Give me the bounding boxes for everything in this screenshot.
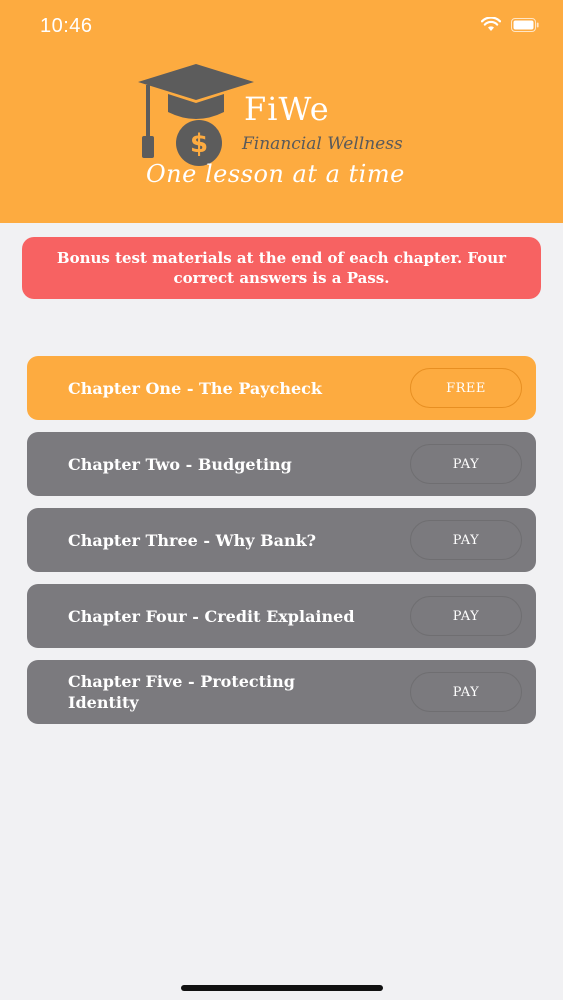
chapter-title: Chapter Four - Credit Explained [68,606,355,626]
chapter-title: Chapter Five - Protecting Identity [68,672,295,712]
logo-brand: FiWe [244,90,330,128]
info-banner: Bonus test materials at the end of each … [22,237,541,299]
chapter-item-three[interactable]: Chapter Three - Why Bank? PAY [27,508,536,572]
chapter-title: Chapter Three - Why Bank? [68,530,317,550]
chapter-title: Chapter One - The Paycheck [68,378,322,398]
header: 10:46 $ FiWe Financial Wellness One less… [0,0,563,223]
chapter-item-one[interactable]: Chapter One - The Paycheck FREE [27,356,536,420]
chapter-item-two[interactable]: Chapter Two - Budgeting PAY [27,432,536,496]
pay-button[interactable]: PAY [410,444,522,484]
chapter-list: Chapter One - The Paycheck FREE Chapter … [27,356,536,736]
pay-button[interactable]: PAY [410,672,522,712]
status-time: 10:46 [40,15,93,37]
home-indicator[interactable] [181,985,383,991]
chapter-item-five[interactable]: Chapter Five - Protecting Identity PAY [27,660,536,724]
pay-button[interactable]: PAY [410,596,522,636]
battery-icon [511,17,539,32]
wifi-icon [481,17,501,31]
free-button[interactable]: FREE [410,368,522,408]
chapter-item-four[interactable]: Chapter Four - Credit Explained PAY [27,584,536,648]
coin-symbol: $ [190,129,208,159]
info-banner-text: Bonus test materials at the end of each … [56,249,507,287]
logo-tagline: One lesson at a time [146,160,405,188]
chapter-title: Chapter Two - Budgeting [68,454,292,474]
app-logo: $ FiWe Financial Wellness One lesson at … [134,60,444,200]
pay-button[interactable]: PAY [410,520,522,560]
logo-subtitle: Financial Wellness [242,134,403,154]
status-icons [481,17,539,32]
status-bar: 10:46 [0,0,563,56]
